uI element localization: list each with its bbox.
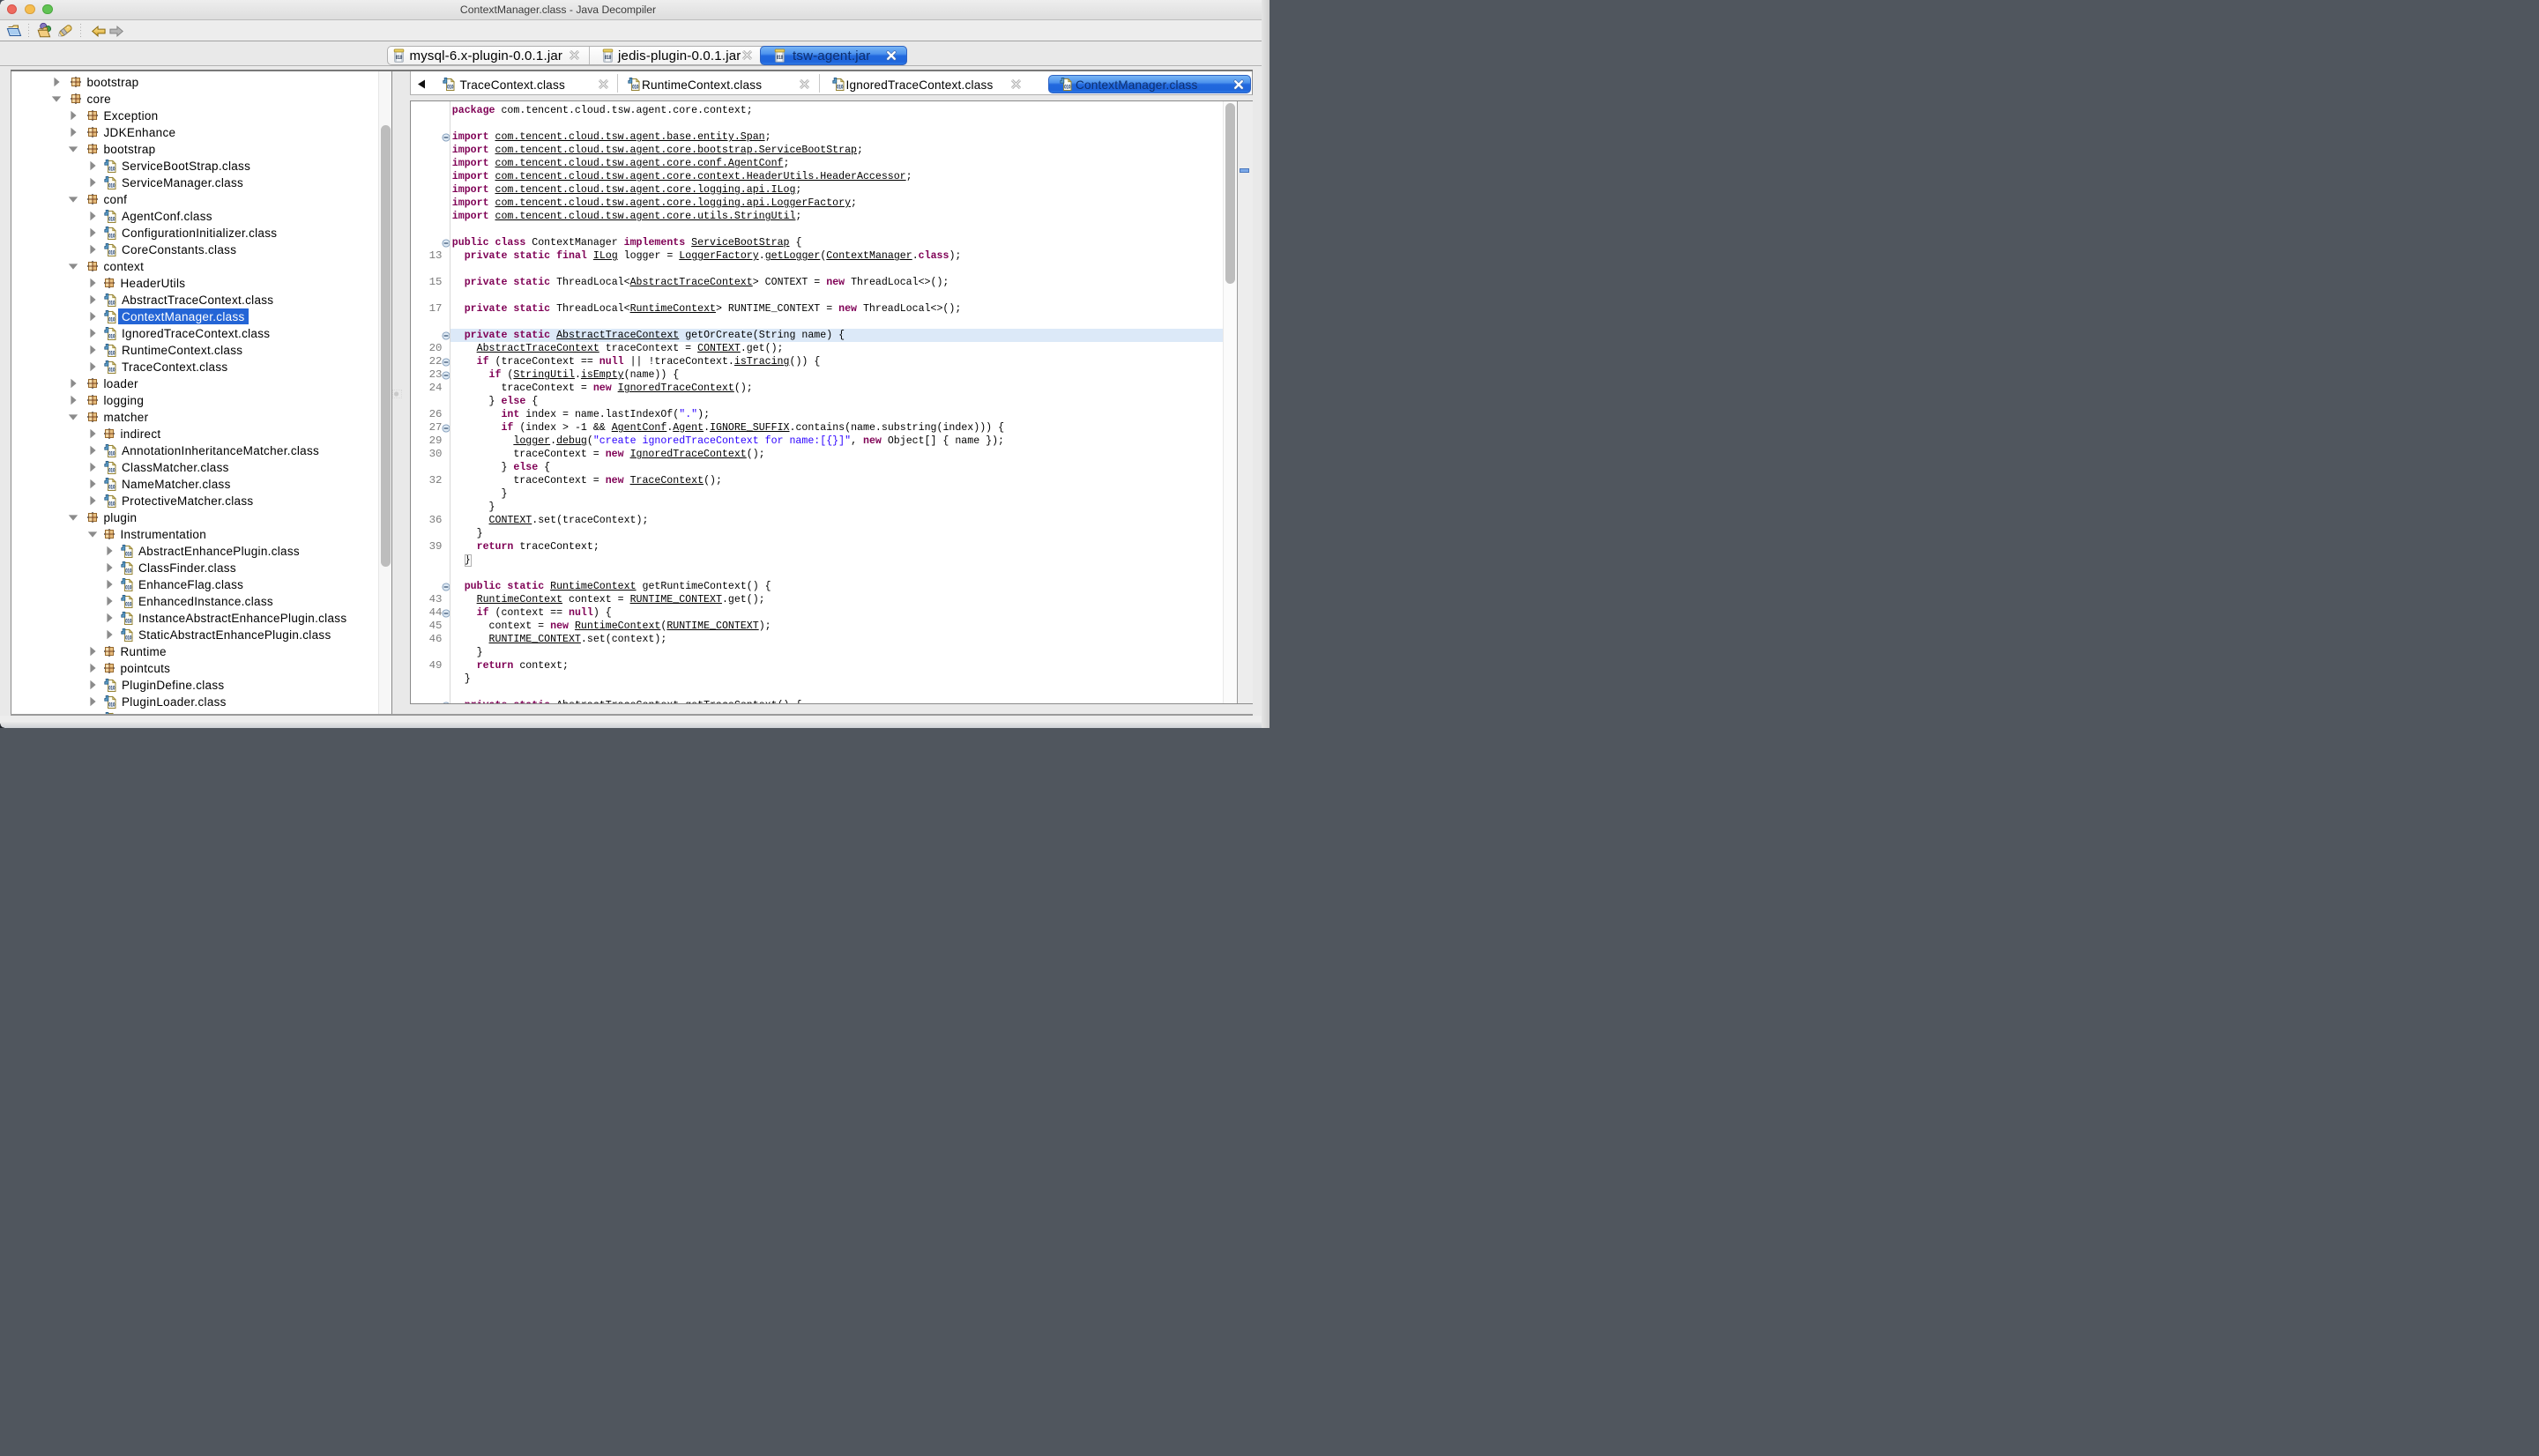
svg-text:010: 010 bbox=[108, 183, 115, 189]
svg-text:010: 010 bbox=[108, 702, 115, 708]
svg-text:010: 010 bbox=[605, 55, 612, 60]
svg-text:010: 010 bbox=[125, 635, 132, 641]
svg-text:010: 010 bbox=[837, 85, 844, 90]
svg-text:010: 010 bbox=[108, 301, 115, 306]
svg-text:010: 010 bbox=[108, 485, 115, 490]
svg-text:010: 010 bbox=[125, 585, 132, 591]
svg-text:010: 010 bbox=[632, 85, 639, 90]
svg-text:010: 010 bbox=[108, 451, 115, 457]
svg-text:010: 010 bbox=[777, 55, 784, 60]
svg-text:010: 010 bbox=[108, 217, 115, 222]
svg-text:010: 010 bbox=[108, 234, 115, 239]
svg-text:010: 010 bbox=[125, 602, 132, 607]
svg-text:010: 010 bbox=[108, 368, 115, 373]
svg-text:010: 010 bbox=[396, 55, 403, 60]
svg-text:010: 010 bbox=[108, 334, 115, 339]
svg-text:010: 010 bbox=[108, 686, 115, 691]
svg-text:010: 010 bbox=[108, 317, 115, 323]
svg-text:010: 010 bbox=[1064, 85, 1071, 90]
svg-text:010: 010 bbox=[447, 85, 454, 90]
svg-text:010: 010 bbox=[108, 167, 115, 172]
svg-text:010: 010 bbox=[125, 552, 132, 557]
svg-text:010: 010 bbox=[108, 351, 115, 356]
svg-text:010: 010 bbox=[125, 568, 132, 574]
svg-text:010: 010 bbox=[108, 250, 115, 256]
svg-text:010: 010 bbox=[108, 501, 115, 507]
svg-text:010: 010 bbox=[108, 468, 115, 473]
svg-text:010: 010 bbox=[125, 619, 132, 624]
